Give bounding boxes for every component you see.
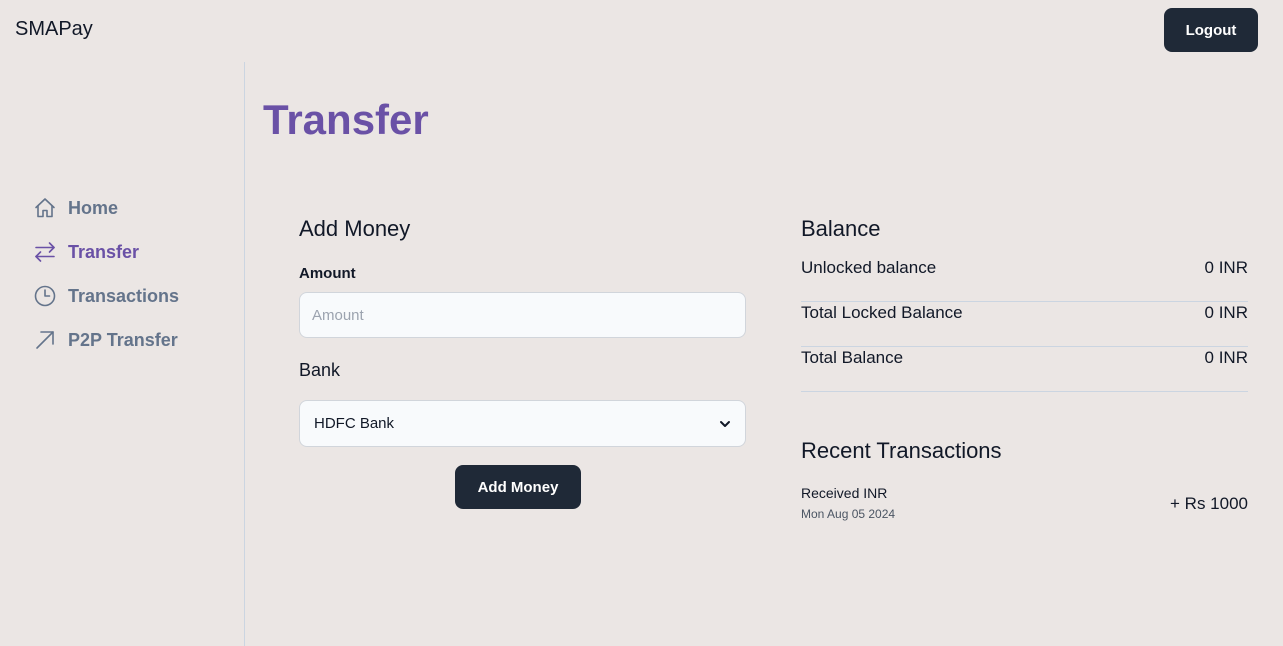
- bank-label: Bank: [299, 360, 341, 380]
- balance-row: Total Balance 0 INR: [801, 347, 1248, 392]
- balance-row-value: 0 INR: [1204, 303, 1248, 322]
- transaction-row: Received INR Mon Aug 05 2024 + Rs 1000: [801, 485, 1248, 525]
- add-money-title: Add Money: [299, 216, 411, 241]
- bank-select[interactable]: HDFC Bank: [299, 400, 746, 447]
- balance-row-label: Unlocked balance: [801, 258, 937, 277]
- recent-transactions-title: Recent Transactions: [801, 438, 1002, 463]
- arrow-up-right-icon: [36, 331, 54, 349]
- sidebar-item-label: P2P Transfer: [68, 329, 178, 350]
- add-money-button[interactable]: Add Money: [455, 465, 581, 509]
- home-icon: [35, 198, 55, 218]
- balance-title: Balance: [801, 216, 881, 241]
- transaction-date: Mon Aug 05 2024: [801, 507, 896, 521]
- chevron-down-icon: [720, 420, 730, 427]
- logout-button[interactable]: Logout: [1164, 8, 1258, 52]
- top-bar: SMAPay Logout: [0, 0, 1283, 62]
- sidebar-item-label: Transfer: [68, 241, 140, 262]
- balance-row: Unlocked balance 0 INR: [801, 257, 1248, 302]
- amount-label: Amount: [299, 265, 356, 282]
- brand-name: SMAPay: [15, 18, 93, 40]
- clock-icon: [34, 285, 56, 307]
- transaction-title: Received INR: [801, 485, 888, 501]
- balance-row: Total Locked Balance 0 INR: [801, 302, 1248, 347]
- sidebar: Home Transfer Transactions P2P Transfer: [0, 62, 245, 646]
- balance-row-value: 0 INR: [1204, 258, 1248, 277]
- transaction-amount: + Rs 1000: [1170, 494, 1248, 513]
- sidebar-item-transactions[interactable]: Transactions: [33, 282, 179, 310]
- page-title: Transfer: [263, 96, 429, 143]
- balance-row-label: Total Locked Balance: [801, 303, 963, 322]
- amount-input[interactable]: [299, 292, 746, 338]
- balance-row-label: Total Balance: [801, 348, 904, 367]
- bank-select-value: HDFC Bank: [314, 415, 395, 432]
- sidebar-item-label: Transactions: [68, 285, 180, 306]
- sidebar-item-home[interactable]: Home: [33, 194, 118, 222]
- balance-row-value: 0 INR: [1204, 348, 1248, 367]
- sidebar-item-p2p-transfer[interactable]: P2P Transfer: [33, 326, 178, 354]
- sidebar-item-transfer[interactable]: Transfer: [33, 238, 139, 266]
- arrows-right-left-icon: [35, 242, 55, 262]
- sidebar-item-label: Home: [68, 197, 119, 218]
